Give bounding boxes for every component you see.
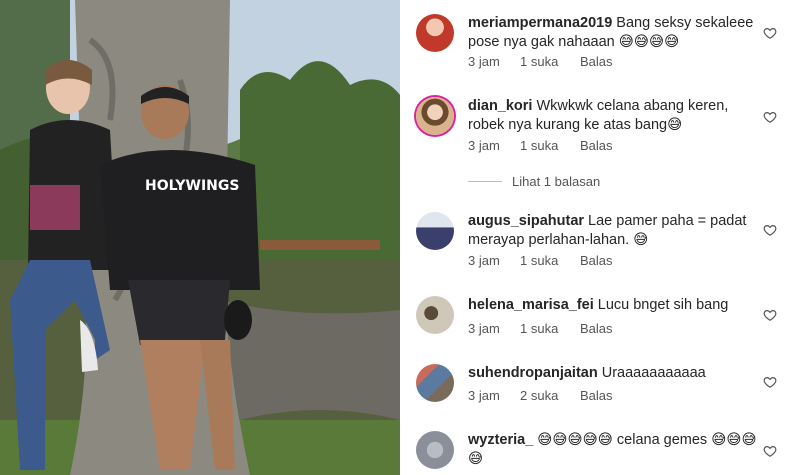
comment-meta: 3 jam 1 suka Balas [468, 321, 613, 336]
comment-body: Uraaaaaaaaaaa [601, 365, 706, 381]
avatar-image [416, 431, 454, 469]
avatar[interactable] [416, 14, 454, 52]
comment-text: helena_marisa_fei Lucu bnget sih bang [468, 296, 758, 315]
comment-username[interactable]: dian_kori [468, 98, 532, 114]
comment-username[interactable]: helena_marisa_fei [468, 297, 594, 313]
shirt-print-text: HOLYWINGS [145, 178, 239, 194]
comment-likes[interactable]: 1 suka [520, 138, 580, 153]
comment-username[interactable]: meriampermana2019 [468, 15, 612, 31]
replies-divider [468, 181, 502, 182]
comment-text: augus_sipahutar Lae pamer paha = padat me… [468, 212, 758, 250]
reply-button[interactable]: Balas [580, 321, 613, 336]
comment-likes[interactable]: 1 suka [520, 54, 580, 69]
heart-outline-icon[interactable] [763, 375, 777, 389]
avatar-image [416, 212, 454, 250]
photo-scene: HOLYWINGS [0, 0, 400, 475]
comment-username[interactable]: augus_sipahutar [468, 213, 584, 229]
comment-likes[interactable]: 2 suka [520, 388, 580, 403]
comment-meta: 3 jam 1 suka Balas [468, 253, 613, 268]
comment-username[interactable]: suhendropanjaitan [468, 365, 598, 381]
reply-button[interactable]: Balas [580, 388, 613, 403]
reply-button[interactable]: Balas [580, 54, 613, 69]
comment-meta: 3 jam 2 suka Balas [468, 388, 613, 403]
avatar[interactable] [416, 97, 454, 135]
view-replies-link[interactable]: Lihat 1 balasan [468, 174, 600, 189]
heart-outline-icon[interactable] [763, 26, 777, 40]
avatar-image [416, 14, 454, 52]
heart-outline-icon[interactable] [763, 444, 777, 458]
reply-button[interactable]: Balas [580, 253, 613, 268]
avatar[interactable] [416, 364, 454, 402]
comment-text: dian_kori Wkwkwk celana abang keren, robe… [468, 97, 758, 135]
heart-outline-icon[interactable] [763, 308, 777, 322]
reply-button[interactable]: Balas [580, 138, 613, 153]
comment-likes[interactable]: 1 suka [520, 321, 580, 336]
comment-text: wyzteria_ 😅😅😅😅😅 celana gemes 😅😅😅😅 [468, 431, 758, 469]
comment-meta: 3 jam 1 suka Balas [468, 138, 613, 153]
avatar[interactable] [416, 212, 454, 250]
comment-text: meriampermana2019 Bang seksy sekaleee pos… [468, 14, 758, 52]
avatar[interactable] [416, 296, 454, 334]
comment-username[interactable]: wyzteria_ [468, 432, 533, 448]
avatar-image [416, 364, 454, 402]
view-replies-label: Lihat 1 balasan [512, 174, 601, 189]
comment-time: 3 jam [468, 388, 500, 403]
comments-panel: meriampermana2019 Bang seksy sekaleee pos… [400, 0, 800, 475]
heart-outline-icon[interactable] [763, 223, 777, 237]
comment-time: 3 jam [468, 138, 500, 153]
comment-time: 3 jam [468, 253, 500, 268]
heart-outline-icon[interactable] [763, 110, 777, 124]
comment-time: 3 jam [468, 54, 500, 69]
avatar-image [416, 296, 454, 334]
avatar-image [416, 97, 454, 135]
comment-text: suhendropanjaitan Uraaaaaaaaaaa [468, 364, 758, 383]
comment-meta: 3 jam 1 suka Balas [468, 54, 613, 69]
post-photo: HOLYWINGS [0, 0, 400, 475]
comment-body: Lucu bnget sih bang [597, 297, 729, 313]
comment-time: 3 jam [468, 321, 500, 336]
avatar[interactable] [416, 431, 454, 469]
comment-likes[interactable]: 1 suka [520, 253, 580, 268]
